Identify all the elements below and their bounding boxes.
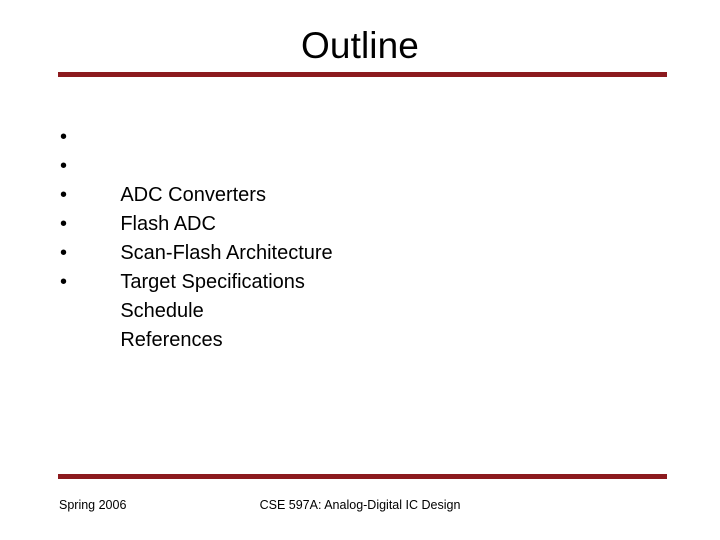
list-item-label: References: [120, 329, 223, 351]
outline-bullet-list: • ADC Converters • Flash ADC • Scan-Flas…: [58, 123, 668, 351]
page-title: Outline: [301, 25, 419, 66]
bullet-dot-icon: •: [60, 155, 68, 177]
list-item-label: Schedule: [120, 300, 204, 322]
list-item: • Schedule: [58, 239, 668, 322]
presentation-slide: Outline • ADC Converters • Flash ADC • S…: [0, 0, 720, 540]
bullet-dot-icon: •: [60, 213, 68, 235]
bullet-dot-icon: •: [60, 242, 68, 264]
title-divider-rule: [58, 72, 667, 77]
footer-course-title: CSE 597A: Analog-Digital IC Design: [259, 498, 461, 512]
list-item: • Target Specifications: [58, 210, 668, 293]
bullet-dot-icon: •: [60, 271, 68, 293]
list-item: • References: [58, 268, 668, 351]
list-item: • Scan-Flash Architecture: [58, 181, 668, 264]
list-item: • Flash ADC: [58, 152, 668, 235]
bullet-dot-icon: •: [60, 184, 68, 206]
footer-date: Spring 2006: [59, 498, 127, 512]
footer-divider-rule: [58, 474, 667, 479]
list-item: • ADC Converters: [58, 123, 668, 206]
bullet-dot-icon: •: [60, 126, 68, 148]
